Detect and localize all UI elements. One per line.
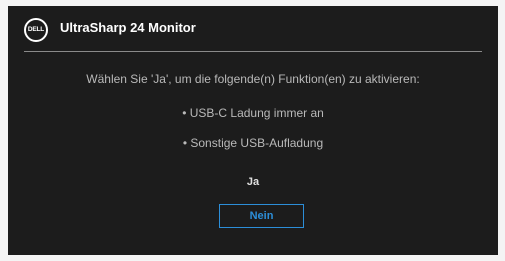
osd-dialog: DELL UltraSharp 24 Monitor Wählen Sie 'J… bbox=[8, 6, 498, 255]
feature-item-other-usb-charging: • Sonstige USB-Aufladung bbox=[182, 136, 324, 150]
feature-item-usbc-charging: • USB-C Ladung immer an bbox=[182, 106, 324, 120]
osd-header: DELL UltraSharp 24 Monitor bbox=[8, 6, 498, 46]
no-button[interactable]: Nein bbox=[219, 204, 304, 228]
dell-logo-icon: DELL bbox=[24, 18, 48, 42]
monitor-title: UltraSharp 24 Monitor bbox=[60, 20, 196, 35]
yes-button[interactable]: Ja bbox=[218, 171, 288, 193]
header-divider bbox=[24, 51, 482, 52]
activation-message: Wählen Sie 'Ja', um die folgende(n) Funk… bbox=[86, 72, 420, 86]
